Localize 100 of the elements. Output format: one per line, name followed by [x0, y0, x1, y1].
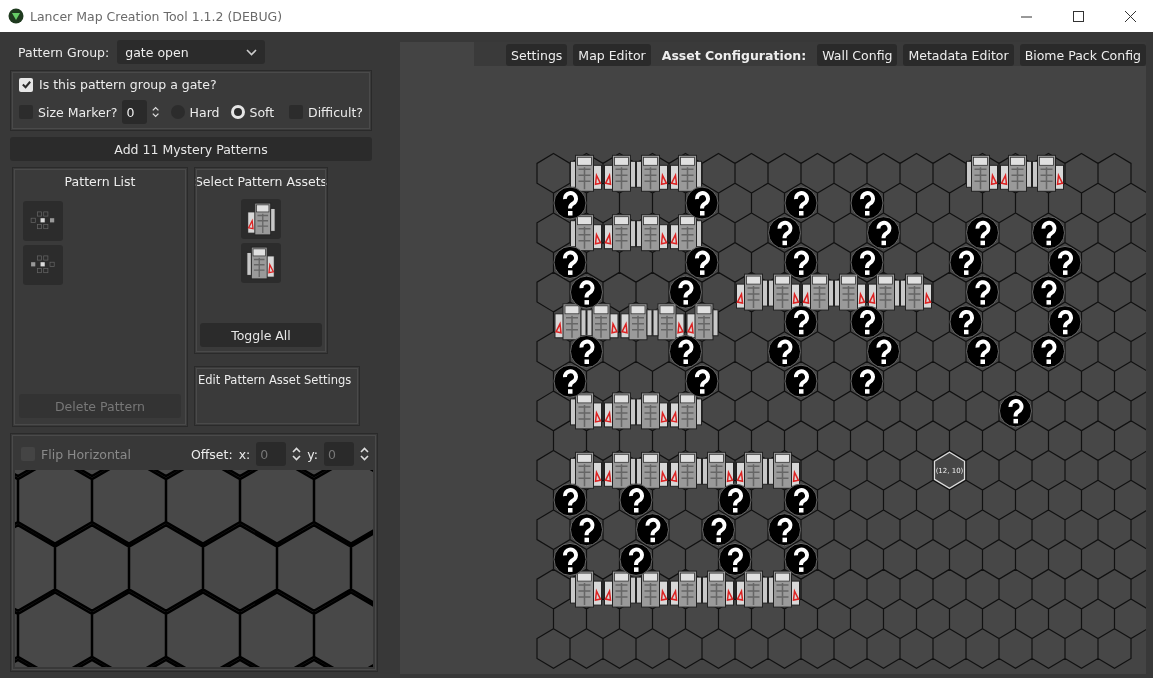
question-mark-icon — [784, 245, 818, 279]
building-icon — [670, 451, 702, 489]
question-mark-icon — [702, 513, 735, 547]
question-mark-icon — [768, 216, 801, 250]
question-mark-icon — [1048, 245, 1082, 279]
building-icon — [604, 154, 636, 192]
question-mark-icon — [1032, 216, 1065, 250]
field-label: Pattern Group: — [18, 44, 110, 60]
building-icon — [636, 451, 668, 489]
building-icon — [702, 451, 734, 489]
window-title: Lancer Map Creation Tool 1.1.2 (DEBUG) — [30, 8, 284, 24]
question-mark-icon — [1048, 305, 1082, 339]
building-icon — [570, 570, 602, 608]
building-icon — [1000, 154, 1032, 192]
close-icon[interactable] — [1124, 10, 1136, 22]
radio-label: Hard — [189, 104, 220, 120]
question-mark-icon — [999, 394, 1032, 428]
dropdown[interactable]: gate open — [117, 40, 266, 64]
toolbar-button[interactable]: Wall Config — [817, 44, 898, 66]
app-logo-icon — [8, 8, 24, 24]
building-icon — [604, 214, 636, 252]
pattern-tile[interactable] — [23, 245, 63, 285]
question-mark-icon — [553, 483, 587, 517]
add-button[interactable]: Add 11 Mystery Patterns — [10, 137, 372, 161]
question-mark-icon — [636, 513, 669, 547]
hex-highlight[interactable] — [933, 451, 966, 489]
asset-tile[interactable] — [241, 199, 281, 239]
checkbox[interactable] — [19, 77, 33, 92]
question-mark-icon — [685, 186, 719, 220]
building-icon — [736, 273, 768, 311]
field-label: y: — [307, 446, 318, 462]
building-icon — [834, 273, 866, 311]
question-mark-icon — [784, 542, 818, 576]
spin-arrows-icon[interactable] — [292, 447, 302, 461]
number-field[interactable]: 0 — [122, 100, 148, 124]
toolbar-button[interactable]: Metadata Editor — [903, 44, 1014, 66]
building-icon — [570, 214, 602, 252]
question-mark-icon — [1032, 335, 1065, 368]
building-icon — [570, 154, 602, 192]
question-mark-icon — [570, 275, 603, 309]
question-mark-icon — [619, 483, 653, 517]
panel-title: Edit Pattern Asset Settings — [198, 373, 353, 387]
building-icon — [620, 303, 653, 341]
building-icon — [736, 570, 768, 608]
building-icon — [586, 303, 619, 341]
panel-title: Select Pattern Assets — [194, 174, 328, 189]
building-icon — [966, 154, 998, 192]
question-mark-icon — [867, 335, 900, 368]
building-icon — [768, 273, 800, 311]
building-icon — [604, 392, 636, 430]
building-icon — [768, 451, 800, 489]
building-icon — [686, 303, 719, 341]
building-icon — [670, 154, 702, 192]
question-mark-icon — [685, 364, 719, 398]
building-icon — [636, 214, 668, 252]
number-field: 0 — [324, 442, 354, 466]
question-mark-icon — [553, 245, 587, 279]
question-mark-icon — [966, 275, 999, 309]
toolbar-button[interactable]: Settings — [506, 44, 568, 66]
spin-arrows-icon[interactable] — [152, 105, 160, 119]
building-icon — [604, 570, 636, 608]
question-mark-icon — [553, 542, 587, 576]
spin-arrows-icon[interactable] — [360, 447, 369, 461]
building-icon — [570, 451, 602, 489]
building-icon — [670, 392, 702, 430]
question-mark-icon — [784, 364, 818, 398]
question-mark-icon — [553, 364, 587, 398]
building-icon — [636, 392, 668, 430]
field-label: x: — [238, 446, 251, 462]
building-icon — [636, 154, 668, 192]
question-mark-icon — [669, 335, 702, 368]
question-mark-icon — [784, 483, 818, 517]
toggle-all-button[interactable]: Toggle All — [200, 323, 322, 347]
building-icon — [246, 246, 275, 280]
building-icon — [1032, 154, 1064, 192]
question-mark-icon — [553, 186, 587, 220]
question-mark-icon — [619, 542, 653, 576]
question-mark-icon — [784, 305, 818, 339]
field-label: Offset: — [190, 446, 233, 462]
checkbox-label: Is this pattern group a gate? — [39, 77, 217, 92]
number-field: 0 — [256, 442, 287, 466]
toolbar-label: Asset Configuration: — [660, 46, 808, 65]
building-icon — [247, 202, 276, 236]
toolbar-button[interactable]: Biome Pack Config — [1019, 44, 1146, 66]
radio-button[interactable] — [230, 105, 245, 119]
checkbox-label: Difficult? — [308, 104, 363, 120]
panel-title: Pattern List — [63, 174, 137, 189]
question-mark-icon — [850, 305, 884, 339]
question-mark-icon — [850, 364, 884, 398]
pattern-tile[interactable] — [23, 201, 63, 241]
building-icon — [868, 273, 900, 311]
building-icon — [570, 392, 602, 430]
asset-tile[interactable] — [241, 243, 281, 283]
toolbar-button[interactable]: Map Editor — [573, 44, 651, 66]
question-mark-icon — [768, 513, 801, 547]
maximize-icon[interactable] — [1072, 10, 1084, 22]
question-mark-icon — [867, 216, 900, 250]
question-mark-icon — [718, 542, 752, 576]
question-mark-icon — [850, 186, 884, 220]
question-mark-icon — [685, 245, 719, 279]
